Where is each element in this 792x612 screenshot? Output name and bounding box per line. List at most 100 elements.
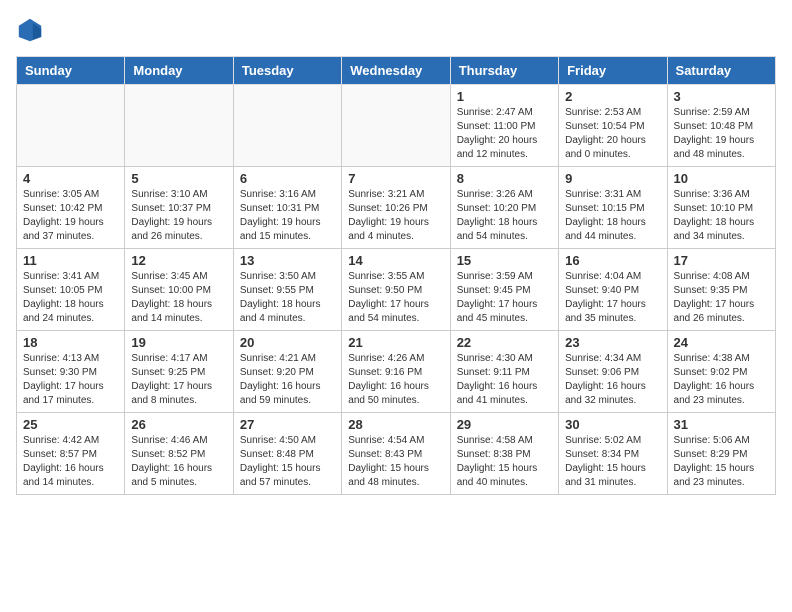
day-number: 6 — [240, 171, 335, 186]
day-number: 15 — [457, 253, 552, 268]
day-number: 7 — [348, 171, 443, 186]
day-number: 30 — [565, 417, 660, 432]
day-number: 20 — [240, 335, 335, 350]
day-info: Sunrise: 4:13 AMSunset: 9:30 PMDaylight:… — [23, 352, 118, 408]
day-cell: 20 Sunrise: 4:21 AMSunset: 9:20 PMDayligh… — [233, 331, 341, 413]
day-cell: 25 Sunrise: 4:42 AMSunset: 8:57 PMDayligh… — [17, 413, 125, 495]
day-cell: 26 Sunrise: 4:46 AMSunset: 8:52 PMDayligh… — [125, 413, 233, 495]
day-cell: 21Sunrise: 4:26 AMSunset: 9:16 PMDayligh… — [342, 331, 450, 413]
day-info: Sunrise: 3:41 AMSunset: 10:05 PMDaylight… — [23, 270, 118, 326]
column-header-sunday: Sunday — [17, 57, 125, 85]
day-cell: 11 Sunrise: 3:41 AMSunset: 10:05 PMDaylig… — [17, 249, 125, 331]
day-info: Sunrise: 3:10 AMSunset: 10:37 PMDaylight… — [131, 188, 226, 244]
day-cell: 15 Sunrise: 3:59 AMSunset: 9:45 PMDayligh… — [450, 249, 558, 331]
day-info: Sunrise: 5:06 AMSunset: 8:29 PMDaylight:… — [674, 434, 769, 490]
day-info: Sunrise: 4:30 AMSunset: 9:11 PMDaylight:… — [457, 352, 552, 408]
day-info: Sunrise: 2:53 AMSunset: 10:54 PMDaylight… — [565, 106, 660, 162]
day-info: Sunrise: 3:55 AMSunset: 9:50 PMDaylight:… — [348, 270, 443, 326]
day-number: 18 — [23, 335, 118, 350]
day-number: 17 — [674, 253, 769, 268]
day-number: 25 — [23, 417, 118, 432]
day-cell: 7 Sunrise: 3:21 AMSunset: 10:26 PMDayligh… — [342, 167, 450, 249]
calendar-header-row: SundayMondayTuesdayWednesdayThursdayFrid… — [17, 57, 776, 85]
day-number: 27 — [240, 417, 335, 432]
day-number: 14 — [348, 253, 443, 268]
page-header — [16, 16, 776, 44]
day-info: Sunrise: 4:21 AMSunset: 9:20 PMDaylight:… — [240, 352, 335, 408]
day-number: 12 — [131, 253, 226, 268]
day-number: 24 — [674, 335, 769, 350]
column-header-thursday: Thursday — [450, 57, 558, 85]
day-cell — [233, 85, 341, 167]
day-number: 13 — [240, 253, 335, 268]
day-info: Sunrise: 2:59 AMSunset: 10:48 PMDaylight… — [674, 106, 769, 162]
logo — [16, 16, 48, 44]
day-cell: 24 Sunrise: 4:38 AMSunset: 9:02 PMDayligh… — [667, 331, 775, 413]
day-cell: 5Sunrise: 3:10 AMSunset: 10:37 PMDayligh… — [125, 167, 233, 249]
day-cell: 13 Sunrise: 3:50 AMSunset: 9:55 PMDayligh… — [233, 249, 341, 331]
day-cell: 23 Sunrise: 4:34 AMSunset: 9:06 PMDayligh… — [559, 331, 667, 413]
day-number: 23 — [565, 335, 660, 350]
day-info: Sunrise: 4:34 AMSunset: 9:06 PMDaylight:… — [565, 352, 660, 408]
day-cell: 17Sunrise: 4:08 AMSunset: 9:35 PMDayligh… — [667, 249, 775, 331]
day-info: Sunrise: 3:21 AMSunset: 10:26 PMDaylight… — [348, 188, 443, 244]
day-number: 1 — [457, 89, 552, 104]
day-info: Sunrise: 4:46 AMSunset: 8:52 PMDaylight:… — [131, 434, 226, 490]
week-row-3: 11 Sunrise: 3:41 AMSunset: 10:05 PMDaylig… — [17, 249, 776, 331]
day-number: 19 — [131, 335, 226, 350]
day-cell — [17, 85, 125, 167]
day-number: 8 — [457, 171, 552, 186]
day-info: Sunrise: 4:42 AMSunset: 8:57 PMDaylight:… — [23, 434, 118, 490]
day-cell: 9 Sunrise: 3:31 AMSunset: 10:15 PMDayligh… — [559, 167, 667, 249]
column-header-tuesday: Tuesday — [233, 57, 341, 85]
day-cell — [342, 85, 450, 167]
day-number: 16 — [565, 253, 660, 268]
day-number: 10 — [674, 171, 769, 186]
day-cell: 8 Sunrise: 3:26 AMSunset: 10:20 PMDayligh… — [450, 167, 558, 249]
column-header-saturday: Saturday — [667, 57, 775, 85]
calendar: SundayMondayTuesdayWednesdayThursdayFrid… — [16, 56, 776, 495]
day-cell: 3 Sunrise: 2:59 AMSunset: 10:48 PMDayligh… — [667, 85, 775, 167]
day-info: Sunrise: 2:47 AMSunset: 11:00 PMDaylight… — [457, 106, 552, 162]
day-number: 22 — [457, 335, 552, 350]
day-info: Sunrise: 4:04 AMSunset: 9:40 PMDaylight:… — [565, 270, 660, 326]
day-info: Sunrise: 4:38 AMSunset: 9:02 PMDaylight:… — [674, 352, 769, 408]
day-cell: 10Sunrise: 3:36 AMSunset: 10:10 PMDaylig… — [667, 167, 775, 249]
week-row-5: 25 Sunrise: 4:42 AMSunset: 8:57 PMDayligh… — [17, 413, 776, 495]
day-cell: 22 Sunrise: 4:30 AMSunset: 9:11 PMDayligh… — [450, 331, 558, 413]
day-number: 21 — [348, 335, 443, 350]
day-info: Sunrise: 3:50 AMSunset: 9:55 PMDaylight:… — [240, 270, 335, 326]
day-info: Sunrise: 4:17 AMSunset: 9:25 PMDaylight:… — [131, 352, 226, 408]
day-number: 28 — [348, 417, 443, 432]
day-info: Sunrise: 3:31 AMSunset: 10:15 PMDaylight… — [565, 188, 660, 244]
day-info: Sunrise: 3:45 AMSunset: 10:00 PMDaylight… — [131, 270, 226, 326]
day-number: 3 — [674, 89, 769, 104]
day-cell: 31 Sunrise: 5:06 AMSunset: 8:29 PMDayligh… — [667, 413, 775, 495]
day-number: 29 — [457, 417, 552, 432]
day-cell: 1 Sunrise: 2:47 AMSunset: 11:00 PMDayligh… — [450, 85, 558, 167]
day-info: Sunrise: 4:58 AMSunset: 8:38 PMDaylight:… — [457, 434, 552, 490]
day-cell: 29 Sunrise: 4:58 AMSunset: 8:38 PMDayligh… — [450, 413, 558, 495]
day-info: Sunrise: 3:59 AMSunset: 9:45 PMDaylight:… — [457, 270, 552, 326]
day-info: Sunrise: 3:26 AMSunset: 10:20 PMDaylight… — [457, 188, 552, 244]
day-number: 26 — [131, 417, 226, 432]
day-cell: 14 Sunrise: 3:55 AMSunset: 9:50 PMDayligh… — [342, 249, 450, 331]
day-number: 11 — [23, 253, 118, 268]
day-cell: 16 Sunrise: 4:04 AMSunset: 9:40 PMDayligh… — [559, 249, 667, 331]
day-cell — [125, 85, 233, 167]
day-cell: 6Sunrise: 3:16 AMSunset: 10:31 PMDayligh… — [233, 167, 341, 249]
day-number: 31 — [674, 417, 769, 432]
day-cell: 12 Sunrise: 3:45 AMSunset: 10:00 PMDaylig… — [125, 249, 233, 331]
day-cell: 28 Sunrise: 4:54 AMSunset: 8:43 PMDayligh… — [342, 413, 450, 495]
day-info: Sunrise: 4:50 AMSunset: 8:48 PMDaylight:… — [240, 434, 335, 490]
day-number: 9 — [565, 171, 660, 186]
day-info: Sunrise: 4:54 AMSunset: 8:43 PMDaylight:… — [348, 434, 443, 490]
day-cell: 18 Sunrise: 4:13 AMSunset: 9:30 PMDayligh… — [17, 331, 125, 413]
day-cell: 27 Sunrise: 4:50 AMSunset: 8:48 PMDayligh… — [233, 413, 341, 495]
day-cell: 30Sunrise: 5:02 AMSunset: 8:34 PMDayligh… — [559, 413, 667, 495]
week-row-2: 4 Sunrise: 3:05 AMSunset: 10:42 PMDayligh… — [17, 167, 776, 249]
week-row-4: 18 Sunrise: 4:13 AMSunset: 9:30 PMDayligh… — [17, 331, 776, 413]
day-info: Sunrise: 3:05 AMSunset: 10:42 PMDaylight… — [23, 188, 118, 244]
day-number: 2 — [565, 89, 660, 104]
day-number: 4 — [23, 171, 118, 186]
